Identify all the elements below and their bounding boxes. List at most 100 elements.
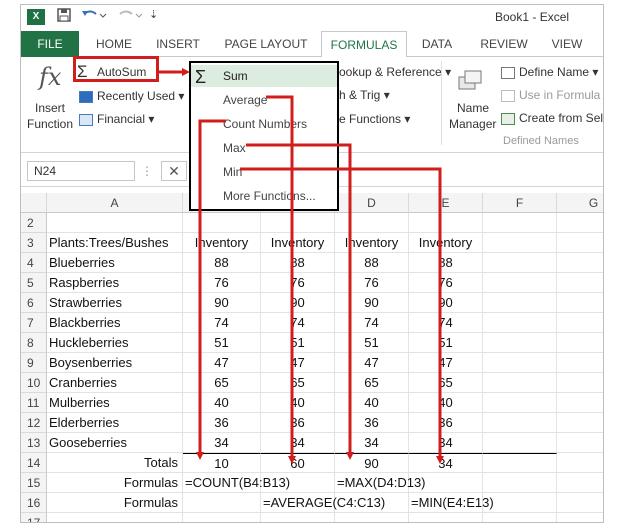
cell-b2[interactable] bbox=[183, 213, 261, 233]
cell-e13[interactable]: 34 bbox=[409, 433, 483, 453]
cell-c4[interactable]: 88 bbox=[261, 253, 335, 273]
cell-d9[interactable]: 47 bbox=[335, 353, 409, 373]
tab-view[interactable]: VIEW bbox=[545, 31, 589, 57]
cell-b17[interactable] bbox=[183, 513, 261, 522]
cell-b7[interactable]: 74 bbox=[183, 313, 261, 333]
cell-e9[interactable]: 47 bbox=[409, 353, 483, 373]
cell-d2[interactable] bbox=[335, 213, 409, 233]
row-header[interactable]: 14 bbox=[21, 453, 47, 473]
cell-c5[interactable]: 76 bbox=[261, 273, 335, 293]
cell-e5[interactable]: 76 bbox=[409, 273, 483, 293]
cell-g17[interactable] bbox=[557, 513, 603, 522]
insert-function-label-2[interactable]: Function bbox=[27, 117, 73, 131]
cell-d14[interactable]: 90 bbox=[335, 453, 409, 473]
row-header[interactable]: 4 bbox=[21, 253, 47, 273]
row-header[interactable]: 5 bbox=[21, 273, 47, 293]
cell-e7[interactable]: 74 bbox=[409, 313, 483, 333]
cell-d6[interactable]: 90 bbox=[335, 293, 409, 313]
row-header[interactable]: 6 bbox=[21, 293, 47, 313]
cell-a9[interactable]: Boysenberries bbox=[47, 353, 183, 373]
cell-f5[interactable] bbox=[483, 273, 557, 293]
more-functions-button[interactable]: e Functions ▾ bbox=[339, 112, 410, 126]
column-header-a[interactable]: A bbox=[47, 193, 183, 213]
cell-a5[interactable]: Raspberries bbox=[47, 273, 183, 293]
cell-g12[interactable] bbox=[557, 413, 603, 433]
name-box-dropdown-icon[interactable]: ⋮ bbox=[141, 164, 153, 178]
tab-formulas[interactable]: FORMULAS bbox=[321, 31, 407, 58]
cell-e17[interactable] bbox=[409, 513, 483, 522]
cell-e6[interactable]: 90 bbox=[409, 293, 483, 313]
menu-item-sum[interactable]: Σ Sum bbox=[191, 65, 337, 87]
cell-e8[interactable]: 51 bbox=[409, 333, 483, 353]
row-header[interactable]: 17 bbox=[21, 513, 47, 522]
cell-a8[interactable]: Huckleberries bbox=[47, 333, 183, 353]
cell-c7[interactable]: 74 bbox=[261, 313, 335, 333]
cell-d8[interactable]: 51 bbox=[335, 333, 409, 353]
cell-f4[interactable] bbox=[483, 253, 557, 273]
cell-e4[interactable]: 88 bbox=[409, 253, 483, 273]
cell-e15[interactable] bbox=[409, 473, 483, 493]
cell-g9[interactable] bbox=[557, 353, 603, 373]
column-header-g[interactable]: G bbox=[557, 193, 603, 213]
cell-a6[interactable]: Strawberries bbox=[47, 293, 183, 313]
cell-b8[interactable]: 51 bbox=[183, 333, 261, 353]
lookup-reference-button[interactable]: ookup & Reference ▾ bbox=[339, 65, 451, 79]
row-header[interactable]: 16 bbox=[21, 493, 47, 513]
recently-used-button[interactable]: Recently Used ▾ bbox=[97, 89, 184, 103]
cell-c17[interactable] bbox=[261, 513, 335, 522]
cell-a12[interactable]: Elderberries bbox=[47, 413, 183, 433]
column-header-f[interactable]: F bbox=[483, 193, 557, 213]
cell-c9[interactable]: 47 bbox=[261, 353, 335, 373]
cell-g8[interactable] bbox=[557, 333, 603, 353]
row-header[interactable]: 8 bbox=[21, 333, 47, 353]
cell-a11[interactable]: Mulberries bbox=[47, 393, 183, 413]
cell-a16[interactable]: Formulas bbox=[47, 493, 183, 513]
tab-insert[interactable]: INSERT bbox=[149, 31, 207, 57]
cell-d11[interactable]: 40 bbox=[335, 393, 409, 413]
customize-qat-icon[interactable]: ⇣ bbox=[149, 8, 158, 21]
cell-e16[interactable]: =MIN(E4:E13) bbox=[409, 493, 494, 513]
cell-a3[interactable]: Plants:Trees/Bushes bbox=[47, 233, 183, 253]
cell-d16[interactable] bbox=[335, 493, 409, 513]
cell-d17[interactable] bbox=[335, 513, 409, 522]
cell-g5[interactable] bbox=[557, 273, 603, 293]
cell-b6[interactable]: 90 bbox=[183, 293, 261, 313]
cell-d5[interactable]: 76 bbox=[335, 273, 409, 293]
cell-g15[interactable] bbox=[557, 473, 603, 493]
cell-f13[interactable] bbox=[483, 433, 557, 453]
name-manager-label-2[interactable]: Manager bbox=[449, 117, 496, 131]
cell-g2[interactable] bbox=[557, 213, 603, 233]
cell-b10[interactable]: 65 bbox=[183, 373, 261, 393]
cell-a13[interactable]: Gooseberries bbox=[47, 433, 183, 453]
cell-a7[interactable]: Blackberries bbox=[47, 313, 183, 333]
save-icon[interactable] bbox=[57, 8, 71, 25]
cell-b3[interactable]: Inventory bbox=[183, 233, 261, 253]
cancel-entry-button[interactable]: ✕ bbox=[161, 161, 187, 181]
cell-b13[interactable]: 34 bbox=[183, 433, 261, 453]
cell-f12[interactable] bbox=[483, 413, 557, 433]
cell-g14[interactable] bbox=[557, 453, 603, 473]
insert-function-label-1[interactable]: Insert bbox=[35, 101, 65, 115]
cell-b9[interactable]: 47 bbox=[183, 353, 261, 373]
cell-g7[interactable] bbox=[557, 313, 603, 333]
cell-f7[interactable] bbox=[483, 313, 557, 333]
cell-g6[interactable] bbox=[557, 293, 603, 313]
menu-item-more-functions[interactable]: More Functions... bbox=[191, 185, 337, 207]
row-header[interactable]: 11 bbox=[21, 393, 47, 413]
cell-a4[interactable]: Blueberries bbox=[47, 253, 183, 273]
undo-icon[interactable] bbox=[81, 8, 107, 25]
cell-c11[interactable]: 40 bbox=[261, 393, 335, 413]
cell-a15[interactable]: Formulas bbox=[47, 473, 183, 493]
name-manager-label-1[interactable]: Name bbox=[457, 101, 489, 115]
cell-c6[interactable]: 90 bbox=[261, 293, 335, 313]
cell-g10[interactable] bbox=[557, 373, 603, 393]
cell-c15[interactable] bbox=[261, 473, 335, 493]
cell-c14[interactable]: 60 bbox=[261, 453, 335, 473]
cell-b12[interactable]: 36 bbox=[183, 413, 261, 433]
cell-e10[interactable]: 65 bbox=[409, 373, 483, 393]
cell-d15[interactable]: =MAX(D4:D13) bbox=[335, 473, 426, 493]
cell-f16[interactable] bbox=[483, 493, 557, 513]
cell-g13[interactable] bbox=[557, 433, 603, 453]
tab-data[interactable]: DATA bbox=[415, 31, 459, 57]
cell-d3[interactable]: Inventory bbox=[335, 233, 409, 253]
